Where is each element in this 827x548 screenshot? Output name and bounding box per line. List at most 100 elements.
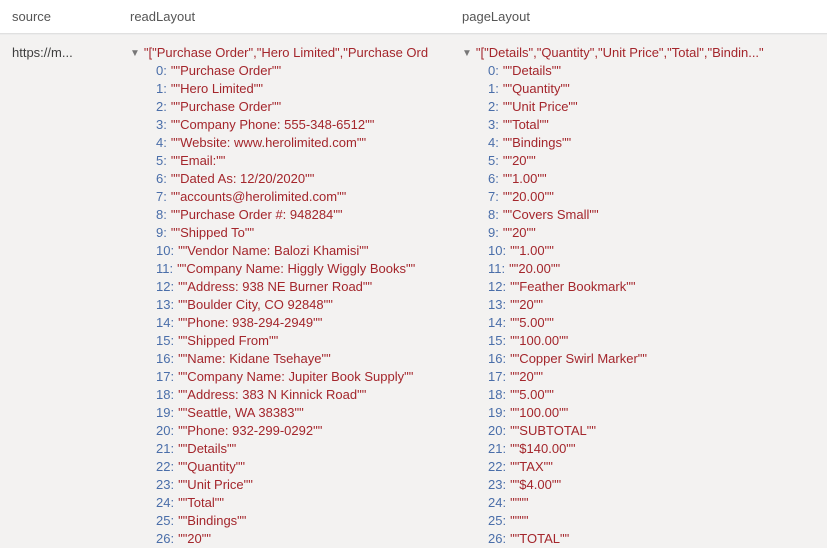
item-index: 5: <box>488 152 499 170</box>
readlayout-rows: 0:""Purchase Order""1:""Hero Limited""2:… <box>130 62 440 548</box>
list-item: 8:""Covers Small"" <box>488 206 817 224</box>
item-index: 22: <box>488 458 506 476</box>
column-header-readlayout[interactable]: readLayout <box>118 9 450 24</box>
item-index: 5: <box>156 152 167 170</box>
chevron-down-icon: ▼ <box>462 48 472 59</box>
list-item: 13:""Boulder City, CO 92848"" <box>156 296 440 314</box>
list-item: 7:""20.00"" <box>488 188 817 206</box>
list-item: 25:"""" <box>488 512 817 530</box>
item-value: ""Covers Small"" <box>503 206 599 224</box>
list-item: 26:""20"" <box>156 530 440 548</box>
list-item: 9:""Shipped To"" <box>156 224 440 242</box>
item-index: 2: <box>488 98 499 116</box>
list-item: 23:""$4.00"" <box>488 476 817 494</box>
readlayout-header-text: "["Purchase Order","Hero Limited","Purch… <box>144 45 428 60</box>
item-value: ""Website: www.herolimited.com"" <box>171 134 366 152</box>
list-item: 20:""SUBTOTAL"" <box>488 422 817 440</box>
item-value: ""Company Name: Jupiter Book Supply"" <box>178 368 413 386</box>
item-value: ""TOTAL"" <box>510 530 569 548</box>
item-index: 24: <box>156 494 174 512</box>
item-value: ""Company Phone: 555-348-6512"" <box>171 116 374 134</box>
list-item: 7:""accounts@herolimited.com"" <box>156 188 440 206</box>
list-item: 5:""20"" <box>488 152 817 170</box>
column-header-source[interactable]: source <box>0 9 118 24</box>
item-value: ""Address: 938 NE Burner Road"" <box>178 278 372 296</box>
item-value: ""Company Name: Higgly Wiggly Books"" <box>177 260 415 278</box>
item-index: 15: <box>156 332 174 350</box>
list-item: 8:""Purchase Order #: 948284"" <box>156 206 440 224</box>
item-index: 8: <box>156 206 167 224</box>
list-item: 11:""20.00"" <box>488 260 817 278</box>
item-index: 18: <box>156 386 174 404</box>
item-value: ""Details"" <box>503 62 561 80</box>
pagelayout-rows: 0:""Details""1:""Quantity""2:""Unit Pric… <box>462 62 817 548</box>
item-index: 20: <box>488 422 506 440</box>
item-value: ""Phone: 938-294-2949"" <box>178 314 322 332</box>
item-value: ""$4.00"" <box>510 476 561 494</box>
item-value: ""Bindings"" <box>178 512 246 530</box>
item-index: 20: <box>156 422 174 440</box>
item-index: 9: <box>156 224 167 242</box>
item-index: 16: <box>488 350 506 368</box>
item-value: ""20"" <box>510 296 543 314</box>
item-value: ""1.00"" <box>503 170 547 188</box>
item-index: 26: <box>156 530 174 548</box>
item-index: 26: <box>488 530 506 548</box>
item-value: ""1.00"" <box>510 242 554 260</box>
item-index: 19: <box>156 404 174 422</box>
list-item: 19:""Seattle, WA 38383"" <box>156 404 440 422</box>
list-item: 12:""Feather Bookmark"" <box>488 278 817 296</box>
item-index: 7: <box>156 188 167 206</box>
item-index: 11: <box>488 260 505 278</box>
list-item: 6:""Dated As: 12/20/2020"" <box>156 170 440 188</box>
item-index: 15: <box>488 332 506 350</box>
item-index: 4: <box>156 134 167 152</box>
item-value: ""Total"" <box>178 494 224 512</box>
item-index: 25: <box>488 512 506 530</box>
list-item: 13:""20"" <box>488 296 817 314</box>
list-item: 0:""Purchase Order"" <box>156 62 440 80</box>
source-text: https://m... <box>12 45 108 60</box>
item-value: ""Hero Limited"" <box>171 80 263 98</box>
readlayout-array-header[interactable]: ▼ "["Purchase Order","Hero Limited","Pur… <box>130 45 440 60</box>
item-value: ""Purchase Order #: 948284"" <box>171 206 343 224</box>
item-value: ""Feather Bookmark"" <box>510 278 635 296</box>
item-value: ""Shipped To"" <box>171 224 254 242</box>
list-item: 26:""TOTAL"" <box>488 530 817 548</box>
list-item: 10:""1.00"" <box>488 242 817 260</box>
item-index: 2: <box>156 98 167 116</box>
pagelayout-array-header[interactable]: ▼ "["Details","Quantity","Unit Price","T… <box>462 45 817 60</box>
item-index: 1: <box>156 80 167 98</box>
item-value: ""Bindings"" <box>503 134 571 152</box>
list-item: 9:""20"" <box>488 224 817 242</box>
item-value: ""Copper Swirl Marker"" <box>510 350 647 368</box>
item-value: ""accounts@herolimited.com"" <box>171 188 346 206</box>
item-value: ""Phone: 932-299-0292"" <box>178 422 322 440</box>
list-item: 24:"""" <box>488 494 817 512</box>
list-item: 2:""Unit Price"" <box>488 98 817 116</box>
item-value: ""Seattle, WA 38383"" <box>178 404 304 422</box>
item-value: ""20"" <box>510 368 543 386</box>
item-index: 23: <box>156 476 174 494</box>
item-index: 17: <box>488 368 506 386</box>
column-header-pagelayout[interactable]: pageLayout <box>450 9 827 24</box>
item-value: ""Vendor Name: Balozi Khamisi"" <box>178 242 368 260</box>
chevron-down-icon: ▼ <box>130 48 140 59</box>
item-value: ""100.00"" <box>510 332 568 350</box>
item-value: ""Details"" <box>178 440 236 458</box>
list-item: 18:""Address: 383 N Kinnick Road"" <box>156 386 440 404</box>
item-value: ""Dated As: 12/20/2020"" <box>171 170 315 188</box>
item-value: ""Boulder City, CO 92848"" <box>178 296 333 314</box>
item-index: 12: <box>488 278 506 296</box>
item-index: 18: <box>488 386 506 404</box>
item-index: 19: <box>488 404 506 422</box>
item-value: ""Purchase Order"" <box>171 98 281 116</box>
list-item: 22:""TAX"" <box>488 458 817 476</box>
list-item: 23:""Unit Price"" <box>156 476 440 494</box>
cell-source: https://m... <box>0 35 118 548</box>
list-item: 3:""Total"" <box>488 116 817 134</box>
list-item: 21:""Details"" <box>156 440 440 458</box>
item-index: 0: <box>488 62 499 80</box>
list-item: 20:""Phone: 932-299-0292"" <box>156 422 440 440</box>
item-value: ""Quantity"" <box>503 80 570 98</box>
